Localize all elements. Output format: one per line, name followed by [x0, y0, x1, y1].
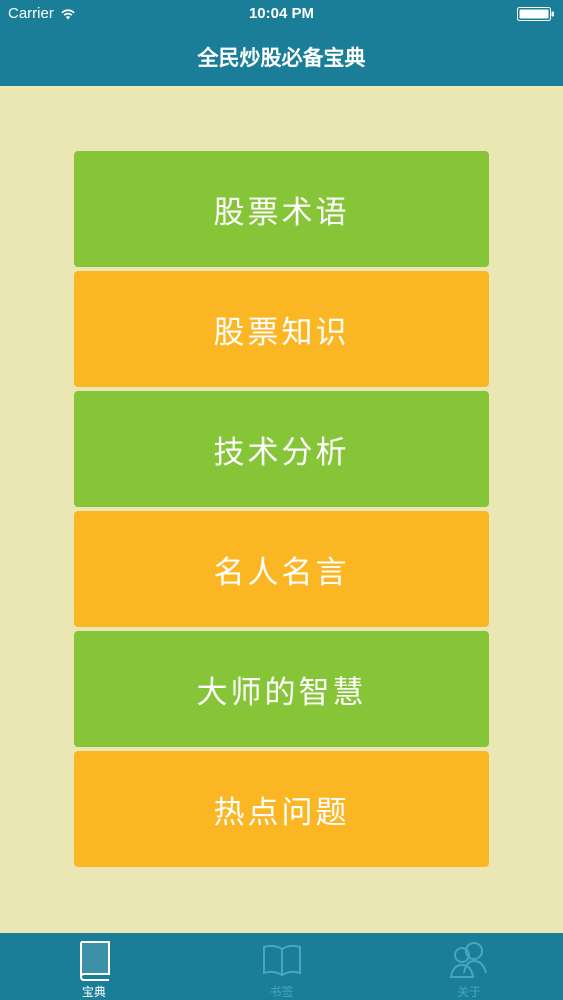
navigation-bar: 全民炒股必备宝典	[0, 28, 563, 86]
book-icon	[79, 941, 110, 981]
page-title: 全民炒股必备宝典	[197, 46, 366, 70]
open-book-icon	[262, 944, 301, 977]
tab-bookmarks[interactable]: 书签	[188, 933, 376, 1000]
tab-label-about: 关于	[457, 985, 482, 999]
menu-item-stock-terms[interactable]: 股票术语	[74, 151, 489, 267]
tab-about[interactable]: 关于	[375, 933, 563, 1000]
menu-item-hot-topics[interactable]: 热点问题	[74, 751, 489, 867]
menu-item-technical-analysis[interactable]: 技术分析	[74, 391, 489, 507]
battery-icon	[517, 7, 554, 21]
tab-treasury[interactable]: 宝典	[0, 933, 188, 1000]
tab-label-bookmarks: 书签	[269, 985, 294, 999]
tab-label-treasury: 宝典	[81, 985, 106, 999]
tab-bar: 宝典 书签 关于	[0, 933, 563, 1000]
people-icon	[449, 942, 488, 978]
clock: 10:04 PM	[248, 5, 315, 22]
menu-list: 股票术语 股票知识 技术分析 名人名言 大师的智慧 热点问题	[74, 151, 489, 871]
menu-item-stock-knowledge[interactable]: 股票知识	[74, 271, 489, 387]
menu-item-famous-quotes[interactable]: 名人名言	[74, 511, 489, 627]
menu-item-master-wisdom[interactable]: 大师的智慧	[74, 631, 489, 747]
status-bar: Carrier 10:04 PM	[0, 0, 563, 28]
